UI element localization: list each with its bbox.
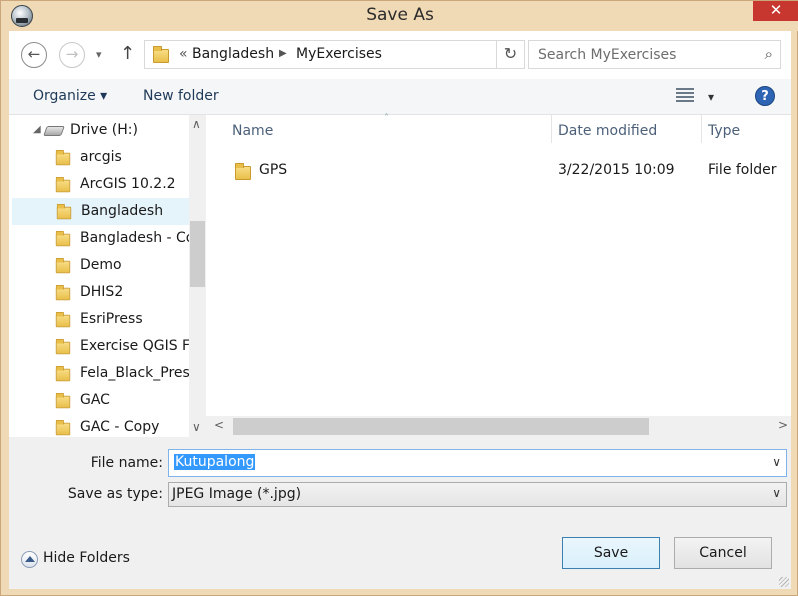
address-bar[interactable]: « Bangladesh ▶ MyExercises ↻ [144, 40, 525, 69]
nav-pane-scrollbar[interactable]: ∧ ∨ [189, 115, 206, 437]
nav-item-folder[interactable]: Bangladesh - Co [9, 226, 189, 253]
folder-icon [55, 312, 71, 328]
back-button[interactable]: ← [21, 42, 47, 68]
nav-item-label: Bangladesh [81, 203, 164, 219]
folder-icon [55, 149, 71, 166]
collapse-up-icon[interactable] [21, 551, 38, 568]
nav-item-label: Fela_Black_Presi [80, 365, 189, 381]
up-folder-icon[interactable]: ↑ [120, 43, 135, 64]
navigation-bar: ← → ▾ ↑ « Bangladesh ▶ MyExercises ↻ ⌕ [9, 31, 791, 79]
help-icon[interactable]: ? [755, 86, 775, 106]
column-header-date-modified[interactable]: Date modified [558, 123, 657, 139]
search-input[interactable] [530, 42, 750, 67]
scroll-right-icon[interactable]: > [778, 418, 788, 432]
save-button[interactable]: Save [562, 537, 660, 569]
folder-icon [55, 339, 71, 355]
folder-icon [153, 46, 169, 63]
file-name: GPS [259, 162, 288, 178]
nav-item-label: GAC - Copy [80, 419, 160, 435]
column-header-type[interactable]: Type [708, 123, 740, 139]
nav-item-folder-selected[interactable]: Bangladesh [12, 198, 189, 225]
folder-icon [55, 366, 71, 382]
scroll-down-icon[interactable]: ∨ [192, 420, 201, 434]
command-bar: Organize ▾ New folder ▾ ? [9, 79, 791, 115]
breadcrumb-bangladesh[interactable]: Bangladesh [192, 46, 274, 62]
folder-icon [55, 176, 71, 193]
nav-item-label: ArcGIS 10.2.2 [80, 176, 176, 192]
breadcrumb-myexercises[interactable]: MyExercises [296, 46, 382, 62]
file-name-value[interactable]: Kutupalong [174, 454, 256, 470]
new-folder-button[interactable]: New folder [143, 88, 219, 104]
chevron-down-icon[interactable]: ∨ [772, 455, 781, 469]
nav-item-folder[interactable]: ArcGIS 10.2.2 [9, 172, 189, 199]
expand-arrow-icon[interactable]: ◢ [33, 124, 41, 135]
nav-item-folder[interactable]: GAC - Copy [9, 415, 189, 437]
organize-button[interactable]: Organize ▾ [33, 88, 107, 104]
view-options-icon[interactable] [676, 88, 694, 104]
title-bar[interactable]: Save As ✕ [1, 1, 798, 31]
nav-item-folder[interactable]: Exercise QGIS Fi [9, 334, 189, 361]
drive-icon [43, 126, 65, 136]
file-name-label: File name: [90, 455, 163, 471]
hide-folders-label[interactable]: Hide Folders [43, 550, 130, 566]
view-dropdown-icon[interactable]: ▾ [708, 90, 714, 104]
file-date: 3/22/2015 10:09 [558, 162, 675, 178]
file-type: File folder [708, 162, 777, 178]
save-as-type-value: JPEG Image (*.jpg) [172, 486, 302, 502]
nav-item-label: Demo [80, 257, 122, 273]
save-as-type-label: Save as type: [67, 486, 163, 502]
save-as-dialog: Save As ✕ ← → ▾ ↑ « Bangladesh ▶ MyExerc… [0, 0, 798, 596]
nav-item-label: Drive (H:) [70, 122, 138, 138]
close-button[interactable]: ✕ [753, 1, 798, 21]
folder-icon [235, 163, 251, 180]
nav-item-drive-h[interactable]: ◢ Drive (H:) [9, 118, 189, 145]
chevron-down-icon[interactable]: ∨ [772, 486, 781, 500]
recent-locations-icon[interactable]: ▾ [96, 48, 102, 61]
search-box[interactable]: ⌕ [528, 40, 781, 69]
nav-item-label: Bangladesh - Co [80, 230, 189, 246]
folder-icon [55, 420, 71, 436]
file-list-hscrollbar[interactable]: < > [206, 416, 791, 437]
column-divider[interactable] [551, 115, 552, 143]
folder-icon [55, 393, 71, 409]
folder-icon [55, 285, 71, 301]
browser-area: ◢ Drive (H:) arcgis ArcGIS 10.2.2 Bangla… [9, 113, 791, 437]
breadcrumb-separator-icon[interactable]: ▶ [279, 48, 287, 59]
nav-item-folder[interactable]: DHIS2 [9, 280, 189, 307]
nav-item-label: GAC [80, 392, 110, 408]
scroll-up-icon[interactable]: ∧ [192, 117, 201, 131]
resize-grip-icon[interactable] [779, 577, 789, 587]
nav-item-label: Exercise QGIS Fi [80, 338, 189, 354]
folder-icon [56, 203, 72, 220]
nav-item-label: EsriPress [80, 311, 143, 327]
nav-item-label: DHIS2 [80, 284, 124, 300]
dialog-client: ← → ▾ ↑ « Bangladesh ▶ MyExercises ↻ ⌕ O… [9, 31, 791, 589]
forward-button[interactable]: → [59, 42, 85, 68]
nav-item-label: arcgis [80, 149, 122, 165]
navigation-pane[interactable]: ◢ Drive (H:) arcgis ArcGIS 10.2.2 Bangla… [9, 115, 189, 437]
save-as-type-select[interactable]: JPEG Image (*.jpg) ∨ [168, 482, 787, 507]
scroll-left-icon[interactable]: < [214, 418, 224, 432]
search-icon[interactable]: ⌕ [765, 45, 773, 63]
nav-item-folder[interactable]: Demo [9, 253, 189, 280]
address-overflow-icon[interactable]: « [179, 46, 188, 62]
column-header-name[interactable]: Name [232, 123, 273, 139]
file-name-field[interactable]: Kutupalong ∨ [168, 449, 787, 477]
sort-indicator-icon: ˄ [384, 113, 389, 124]
scrollbar-thumb[interactable] [233, 418, 649, 435]
folder-icon [55, 258, 71, 274]
nav-item-folder[interactable]: EsriPress [9, 307, 189, 334]
nav-item-folder[interactable]: GAC [9, 388, 189, 415]
folder-icon [55, 230, 71, 247]
nav-item-folder[interactable]: Fela_Black_Presi [9, 361, 189, 388]
scrollbar-thumb[interactable] [190, 221, 205, 287]
nav-item-folder[interactable]: arcgis [9, 145, 189, 172]
column-divider[interactable] [701, 115, 702, 143]
window-title: Save As [366, 5, 434, 25]
file-list[interactable]: ˄ Name Date modified Type GPS 3/22/2015 … [206, 113, 791, 437]
cancel-button[interactable]: Cancel [674, 537, 772, 569]
file-row-gps[interactable]: GPS 3/22/2015 10:09 File folder [206, 157, 791, 185]
refresh-icon[interactable]: ↻ [496, 41, 524, 68]
